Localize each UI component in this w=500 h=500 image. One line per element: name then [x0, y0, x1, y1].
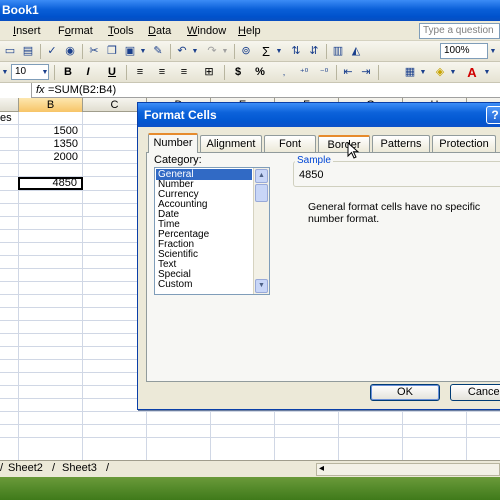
italic-button[interactable]: I: [80, 64, 96, 81]
horizontal-scrollbar[interactable]: ◂: [316, 463, 500, 476]
menu-insert[interactable]: Insert: [13, 25, 41, 37]
underline-button[interactable]: U: [104, 64, 120, 81]
dialog-title: Format Cells: [144, 108, 217, 122]
fill-color-icon[interactable]: ◈: [432, 64, 448, 81]
redo-dropdown-icon[interactable]: ▼: [220, 43, 230, 60]
formula-bar: fx =SUM(B2:B4): [0, 83, 500, 98]
borders-icon[interactable]: ▦: [402, 64, 418, 81]
dialog-title-bar[interactable]: Format Cells ?: [138, 103, 500, 127]
sheet-tab-separator: /: [106, 462, 110, 474]
tab-alignment[interactable]: Alignment: [200, 135, 262, 152]
percent-button[interactable]: %: [252, 64, 268, 81]
sort-ascending-icon[interactable]: ⇅: [288, 43, 304, 60]
undo-dropdown-icon[interactable]: ▼: [190, 43, 200, 60]
menu-window[interactable]: Window: [187, 25, 226, 37]
font-color-dropdown-icon[interactable]: ▼: [482, 64, 492, 81]
redo-icon[interactable]: ↷: [204, 43, 220, 60]
category-scrollbar[interactable]: ▲ ▼: [253, 168, 269, 294]
chart-wizard-icon[interactable]: ▥: [330, 43, 346, 60]
scroll-down-icon[interactable]: ▼: [255, 279, 268, 293]
paste-icon[interactable]: ▣: [122, 43, 138, 60]
scroll-thumb[interactable]: [255, 184, 268, 202]
fill-color-dropdown-icon[interactable]: ▼: [448, 64, 458, 81]
format-cells-dialog: Format Cells ? Number Alignment Font Bor…: [137, 102, 500, 410]
hyperlink-icon[interactable]: ⊚: [238, 43, 254, 60]
format-description: General format cells have no specific nu…: [308, 201, 481, 225]
tab-patterns[interactable]: Patterns: [372, 135, 430, 152]
menu-data[interactable]: Data: [148, 25, 171, 37]
sample-label: Sample: [295, 155, 333, 166]
fx-icon[interactable]: fx: [36, 84, 45, 96]
sheet-tab-sheet2[interactable]: Sheet2: [8, 462, 43, 474]
sheet-tab-separator: /: [0, 462, 4, 474]
category-custom[interactable]: Custom: [156, 279, 252, 290]
mouse-cursor-icon: [347, 142, 360, 159]
formula-input[interactable]: =SUM(B2:B4): [48, 84, 116, 96]
undo-icon[interactable]: ↶: [174, 43, 190, 60]
standard-toolbar: ▭ ▤ ✓ ◉ ✂ ❐ ▣ ▼ ✎ ↶ ▼ ↷ ▼ ⊚ Σ ▼ ⇅ ⇵ ▥ ◭ …: [0, 41, 500, 62]
help-search-input[interactable]: Type a question: [419, 23, 500, 39]
decrease-indent-icon[interactable]: ⇤: [340, 64, 356, 81]
copy-icon[interactable]: ❐: [104, 43, 120, 60]
research-icon[interactable]: ◉: [62, 43, 78, 60]
spelling-icon[interactable]: ✓: [44, 43, 60, 60]
tab-font[interactable]: Font: [264, 135, 316, 152]
font-color-icon[interactable]: A: [464, 64, 480, 81]
menu-format[interactable]: Format: [58, 25, 93, 37]
autosum-dropdown-icon[interactable]: ▼: [274, 43, 284, 60]
window-title: Book1: [2, 3, 39, 17]
title-bar: Book1: [0, 0, 500, 21]
scroll-left-icon[interactable]: ◂: [319, 463, 324, 474]
desktop-background: [0, 477, 500, 500]
name-box[interactable]: [0, 83, 32, 98]
cut-icon[interactable]: ✂: [86, 43, 102, 60]
format-painter-icon[interactable]: ✎: [150, 43, 166, 60]
zoom-select[interactable]: 100%: [440, 43, 488, 59]
tab-number[interactable]: Number: [148, 133, 198, 153]
category-label: Category:: [154, 154, 202, 166]
category-listbox[interactable]: General Number Currency Accounting Date …: [154, 167, 270, 295]
formatting-toolbar: ▼ 10 ▼ B I U ≡ ≡ ≡ ⊞ $ % , ⁺⁰ ⁻⁰ ⇤ ⇥ ▦ ▼…: [0, 62, 500, 83]
menu-help[interactable]: Help: [238, 25, 261, 37]
currency-button[interactable]: $: [230, 64, 246, 81]
sort-descending-icon[interactable]: ⇵: [306, 43, 322, 60]
cancel-button[interactable]: Cancel: [450, 384, 500, 401]
font-size-dropdown-icon[interactable]: ▼: [40, 64, 50, 81]
comma-style-icon[interactable]: ,: [276, 64, 292, 81]
drawing-icon[interactable]: ◭: [348, 43, 364, 60]
sample-value: 4850: [299, 169, 324, 181]
print-preview-icon[interactable]: ▤: [20, 43, 36, 60]
help-button[interactable]: ?: [486, 106, 500, 124]
merge-center-icon[interactable]: ⊞: [200, 64, 218, 81]
cell-a1[interactable]: es: [0, 112, 18, 125]
ok-button[interactable]: OK: [370, 384, 440, 401]
cell-b3[interactable]: 1350: [19, 138, 82, 151]
borders-dropdown-icon[interactable]: ▼: [418, 64, 428, 81]
column-header-b[interactable]: B: [19, 98, 83, 112]
paste-dropdown-icon[interactable]: ▼: [138, 43, 148, 60]
tab-border[interactable]: Border: [318, 135, 370, 152]
cell-b4[interactable]: 2000: [19, 151, 82, 164]
scroll-up-icon[interactable]: ▲: [255, 169, 268, 183]
tab-protection[interactable]: Protection: [432, 135, 496, 152]
align-right-icon[interactable]: ≡: [176, 64, 192, 81]
column-header-a[interactable]: [0, 98, 19, 112]
menu-tools[interactable]: Tools: [108, 25, 134, 37]
cell-b6-active[interactable]: 4850: [18, 177, 83, 190]
align-center-icon[interactable]: ≡: [154, 64, 170, 81]
sheet-tab-sheet3[interactable]: Sheet3: [62, 462, 97, 474]
sheet-tab-separator: /: [52, 462, 56, 474]
increase-decimal-icon[interactable]: ⁺⁰: [296, 64, 312, 81]
bold-button[interactable]: B: [60, 64, 76, 81]
print-icon[interactable]: ▭: [2, 43, 18, 60]
increase-indent-icon[interactable]: ⇥: [358, 64, 374, 81]
zoom-dropdown-icon[interactable]: ▼: [488, 43, 498, 60]
font-dropdown-icon[interactable]: ▼: [0, 64, 10, 81]
align-left-icon[interactable]: ≡: [132, 64, 148, 81]
cell-b2[interactable]: 1500: [19, 125, 82, 138]
sheet-tab-bar: / Sheet2 / Sheet3 / ◂: [0, 460, 500, 477]
decrease-decimal-icon[interactable]: ⁻⁰: [316, 64, 332, 81]
autosum-icon[interactable]: Σ: [258, 43, 274, 60]
